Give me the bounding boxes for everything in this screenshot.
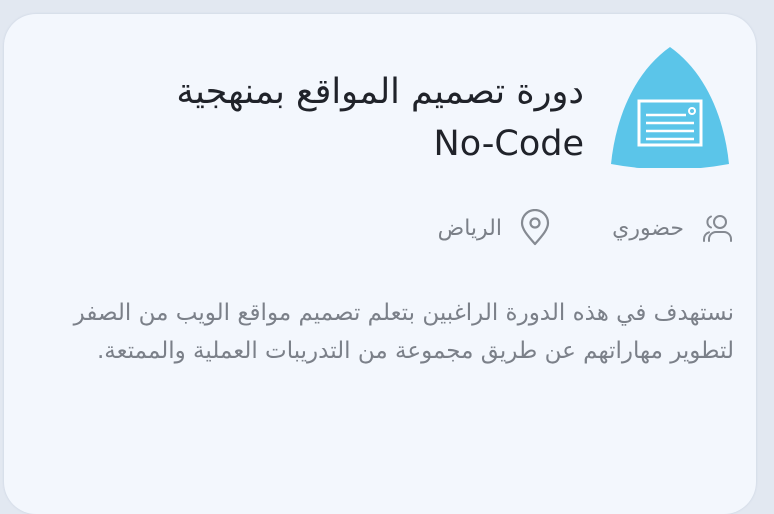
delivery-mode-label: حضوري	[612, 215, 684, 241]
map-pin-icon	[520, 209, 550, 246]
course-card[interactable]: دورة تصميم المواقع بمنهجية No-Code حضوري…	[4, 14, 756, 514]
course-logo	[608, 43, 732, 170]
course-location: الرياض	[438, 206, 552, 250]
course-title[interactable]: دورة تصميم المواقع بمنهجية No-Code	[84, 66, 584, 170]
location-label: الرياض	[437, 215, 502, 241]
course-description: نستهدف في هذه الدورة الراغبين بتعلم تصمي…	[73, 300, 734, 364]
users-icon	[703, 215, 732, 242]
delivery-mode: حضوري	[612, 206, 734, 250]
course-title-arabic: دورة تصميم المواقع بمنهجية	[176, 72, 584, 112]
course-title-latin: No-Code	[433, 124, 584, 164]
certificate-icon	[611, 47, 729, 170]
